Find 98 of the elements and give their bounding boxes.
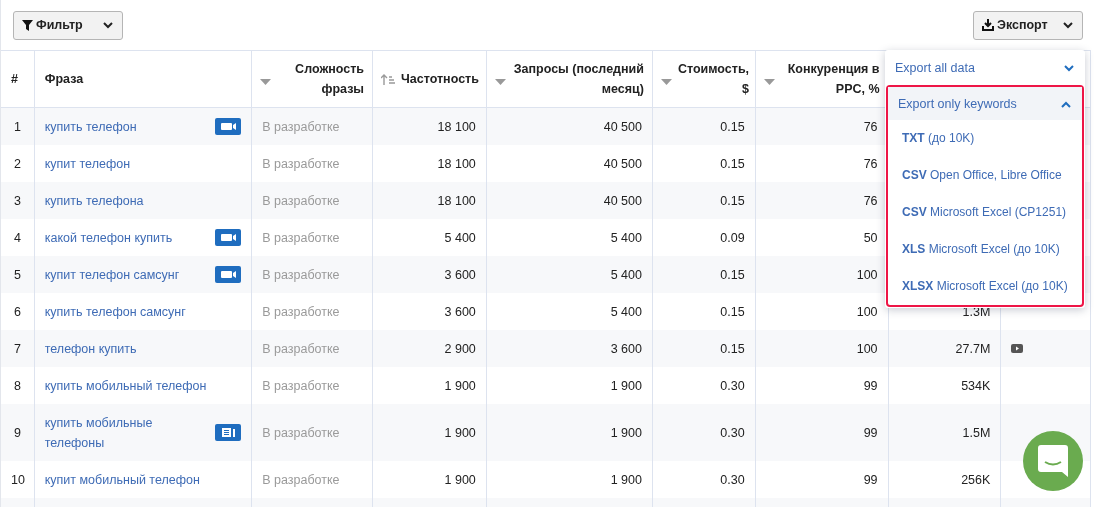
- difficulty-cell: В разработке: [262, 193, 340, 208]
- chevron-down-icon: [102, 20, 114, 30]
- table-cell: 5 400: [444, 230, 476, 245]
- table-cell: 50: [863, 230, 878, 245]
- phrase-link[interactable]: купит телефон: [44, 153, 131, 174]
- table-cell: 0.15: [720, 156, 745, 171]
- chevron-down-icon: [1062, 20, 1074, 30]
- sort-caret-icon: [763, 79, 775, 85]
- difficulty-cell: В разработке: [262, 472, 340, 487]
- sort-caret-icon: [494, 79, 506, 85]
- column-header[interactable]: #: [9, 69, 18, 89]
- chat-bubble-icon: [1038, 445, 1068, 477]
- menu-item[interactable]: XLS Microsoft Excel (до 10K): [888, 231, 1082, 268]
- menu-item[interactable]: CSV Open Office, Libre Office: [888, 157, 1082, 194]
- difficulty-cell: В разработке: [262, 230, 340, 245]
- table-cell: 18 100: [437, 193, 476, 208]
- table-cell: 0.15: [720, 119, 745, 134]
- difficulty-cell: В разработке: [262, 341, 340, 356]
- video-camera-icon: [215, 266, 242, 283]
- table-cell: 99: [863, 472, 878, 487]
- table-cell: 0.15: [720, 304, 745, 319]
- table-cell: 3 600: [444, 267, 476, 282]
- row-number: 10: [11, 472, 25, 487]
- phrase-link[interactable]: купит мобильный телефон: [44, 469, 200, 490]
- table-cell: 27.7M: [955, 341, 991, 356]
- row-number: 1: [13, 119, 21, 134]
- table-cell: 100: [856, 341, 878, 356]
- video-camera-icon: [215, 118, 242, 135]
- chevron-down-icon: [1063, 63, 1075, 72]
- table-cell: 1 900: [610, 378, 642, 393]
- table-cell: 1 900: [444, 425, 476, 440]
- table-cell: 1 900: [444, 378, 476, 393]
- table-cell: 1.5M: [962, 425, 991, 440]
- table-cell: 40 500: [603, 156, 642, 171]
- table-cell: 18 100: [437, 156, 476, 171]
- video-play-icon: [1011, 344, 1024, 353]
- menu-section-header[interactable]: Export all data: [885, 50, 1085, 85]
- row-number: 3: [13, 193, 21, 208]
- table-cell: 18 100: [437, 119, 476, 134]
- table-cell: 0.30: [720, 472, 745, 487]
- table-cell: 40 500: [603, 193, 642, 208]
- table-cell: 0.15: [720, 267, 745, 282]
- table-cell: 5 400: [610, 230, 642, 245]
- table-cell: 76: [863, 156, 878, 171]
- table-cell: 0.30: [720, 425, 745, 440]
- sort-ascending-icon: [381, 73, 396, 85]
- difficulty-cell: В разработке: [262, 304, 340, 319]
- difficulty-cell: В разработке: [262, 267, 340, 282]
- table-cell: 100: [856, 304, 878, 319]
- table-cell: 40 500: [603, 119, 642, 134]
- row-number: 9: [13, 425, 21, 440]
- table-cell: 1 900: [610, 425, 642, 440]
- row-number: 8: [13, 378, 21, 393]
- table-cell: 0.15: [720, 341, 745, 356]
- table-cell: 1 900: [610, 472, 642, 487]
- table-cell: 0.09: [720, 230, 745, 245]
- chevron-up-icon: [1060, 99, 1072, 108]
- table-cell: 1 900: [444, 472, 476, 487]
- sort-caret-icon: [260, 79, 272, 85]
- row-number: 2: [13, 156, 21, 171]
- table-cell: 0.15: [720, 193, 745, 208]
- difficulty-cell: В разработке: [262, 378, 340, 393]
- menu-item[interactable]: XLSX Microsoft Excel (до 10K): [888, 268, 1082, 305]
- filter-button[interactable]: Фильтр: [13, 10, 123, 40]
- row-number: 4: [13, 230, 21, 245]
- filter-icon: [22, 19, 33, 31]
- phrase-link[interactable]: купить мобильный телефон: [44, 375, 207, 396]
- table-cell: 5 400: [610, 304, 642, 319]
- table-cell: 3 600: [444, 304, 476, 319]
- table-cell: 2 900: [444, 341, 476, 356]
- table-cell: 5 400: [610, 267, 642, 282]
- table-cell: 76: [863, 119, 878, 134]
- difficulty-cell: В разработке: [262, 425, 340, 440]
- article-icon: [215, 424, 242, 441]
- menu-section-header[interactable]: Export only keywords: [888, 87, 1082, 120]
- row-number: 7: [13, 341, 21, 356]
- row-number: 6: [13, 304, 21, 319]
- difficulty-cell: В разработке: [262, 156, 340, 171]
- table-cell: 99: [863, 425, 878, 440]
- download-icon: [982, 19, 994, 31]
- menu-item[interactable]: CSV Microsoft Excel (CP1251): [888, 194, 1082, 231]
- table-cell: 100: [856, 267, 878, 282]
- table-cell: 76: [863, 193, 878, 208]
- menu-item[interactable]: TXT (до 10K): [888, 120, 1082, 157]
- chat-button[interactable]: [1023, 431, 1083, 491]
- table-cell: 0.30: [720, 378, 745, 393]
- sort-caret-icon: [660, 79, 672, 85]
- column-header[interactable]: Фраза: [42, 69, 84, 89]
- table-cell: 256K: [961, 472, 991, 487]
- phrase-link[interactable]: какой телефон купить: [44, 227, 173, 248]
- row-number: 5: [13, 267, 21, 282]
- export-button[interactable]: Экспорт: [973, 10, 1083, 40]
- table-cell: 3 600: [610, 341, 642, 356]
- difficulty-cell: В разработке: [262, 119, 340, 134]
- video-camera-icon: [215, 229, 242, 246]
- table-cell: 99: [863, 378, 878, 393]
- table-cell: 534K: [961, 378, 991, 393]
- phrase-link[interactable]: купить телефон самсунг: [44, 301, 186, 322]
